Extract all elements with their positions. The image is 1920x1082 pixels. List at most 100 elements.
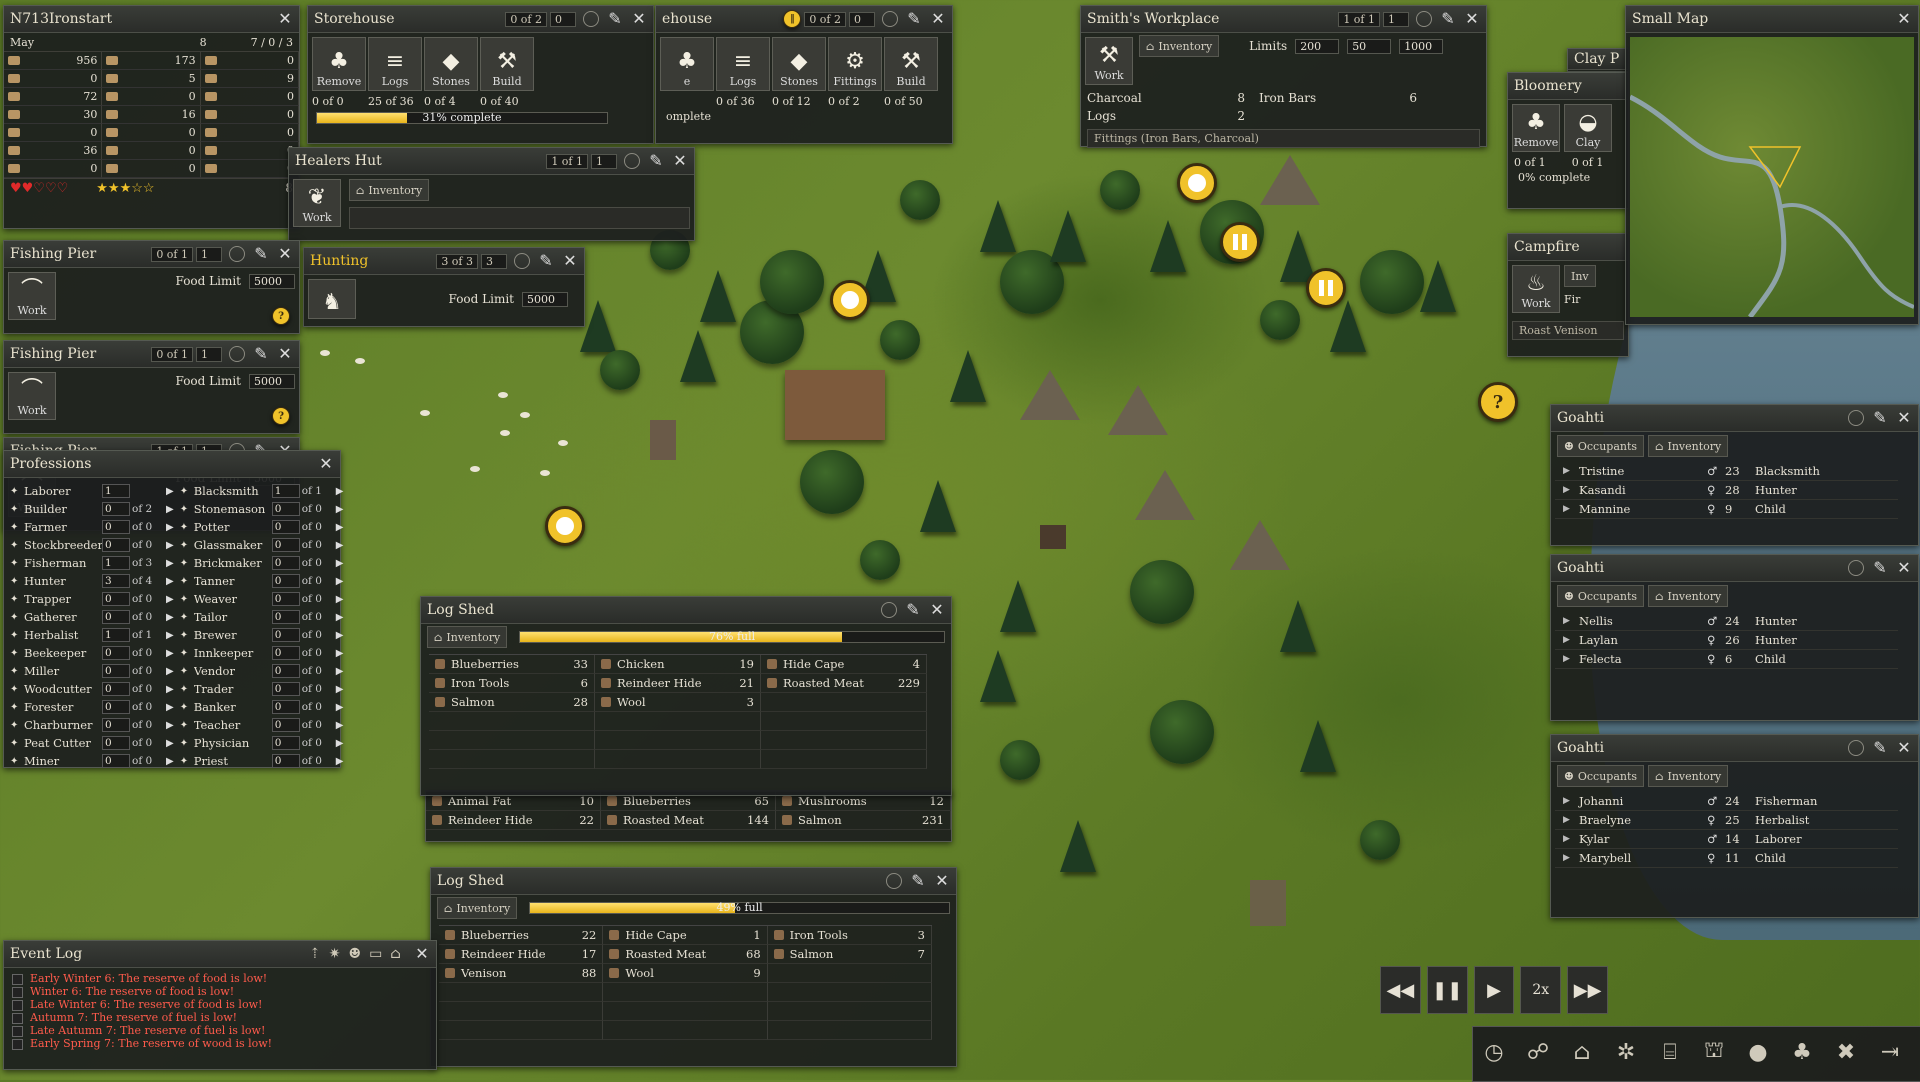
occupant-row[interactable]: ▶ Kasandi ♀ 28 Hunter [1555,481,1898,500]
profession-row[interactable]: ✦ Brewer 0 of 0 ▶ [174,626,344,644]
expand-arrow-icon[interactable]: ▶ [166,522,174,533]
expand-arrow-icon[interactable]: ▶ [166,702,174,713]
pin-icon[interactable]: ✎ [910,873,926,889]
close-icon[interactable]: ✕ [562,253,578,269]
expand-arrow-icon[interactable]: ▶ [166,576,174,587]
profession-count-input[interactable]: 1 [102,556,130,570]
event-entry[interactable]: Autumn 7: The reserve of fuel is low! [4,1011,436,1024]
profession-row[interactable]: ✦ Tanner 0 of 0 ▶ [174,572,343,590]
filter-person-icon[interactable]: ☻ [349,946,362,962]
profession-row[interactable]: ✦ Peat Cutter 0 of 0 ▶ [4,734,174,752]
profession-row[interactable]: ✦ Trapper 0 of 0 ▶ [4,590,174,608]
clay-button[interactable]: ◒ Clay [1564,104,1612,152]
expand-arrow-icon[interactable]: ▶ [336,612,344,623]
expand-arrow-icon[interactable]: ▶ [336,630,344,641]
shack[interactable] [1250,880,1286,926]
work-button[interactable]: ⌒Work [8,272,56,320]
fast-forward-button[interactable]: ▶▶ [1567,966,1608,1014]
close-icon[interactable]: ✕ [1896,740,1912,756]
inventory-tab[interactable]: ⌂ Inventory [437,897,518,919]
profession-row[interactable]: ✦ Blacksmith 1 of 1 ▶ [174,482,343,500]
build-step-button[interactable]: ≡ Logs [716,37,770,91]
inventory-tab[interactable]: ⌂ Inventory [1648,765,1729,787]
occupant-row[interactable]: ▶ Mannine ♀ 9 Child [1555,500,1898,519]
expand-arrow-icon[interactable]: ▶ [1563,796,1579,806]
paused-marker[interactable] [1220,222,1260,262]
close-icon[interactable]: ✕ [1896,11,1912,27]
rewind-button[interactable]: ◀◀ [1380,966,1421,1014]
expand-arrow-icon[interactable]: ▶ [166,504,174,515]
sheep[interactable] [470,466,480,472]
profession-row[interactable]: ✦ Vendor 0 of 0 ▶ [174,662,343,680]
close-icon[interactable]: ✕ [1896,560,1912,576]
settings-icon[interactable] [514,253,530,269]
expand-arrow-icon[interactable]: ▶ [1563,504,1579,514]
sheep[interactable] [355,358,365,364]
profession-count-input[interactable]: 1 [102,484,130,498]
profession-count-input[interactable]: 0 [271,700,300,714]
expand-arrow-icon[interactable]: ▶ [336,720,344,731]
profession-row[interactable]: ✦ Glassmaker 0 of 0 ▶ [174,536,343,554]
expand-arrow-icon[interactable]: ▶ [1563,853,1579,863]
worker-count[interactable]: 0 of 1 [151,346,193,362]
inventory-tab[interactable]: ⌂ Inventory [427,626,508,648]
profession-count-input[interactable]: 0 [271,736,300,750]
profession-row[interactable]: ✦ Farmer 0 of 0 ▶ [4,518,174,536]
occupant-row[interactable]: ▶ Nellis ♂ 24 Hunter [1555,612,1898,631]
tools-icon[interactable]: ✖ [1825,1027,1867,1077]
profession-row[interactable]: ✦ Laborer 1 ▶ [4,482,174,500]
food-limit-input[interactable]: 5000 [249,273,295,289]
build-step-button[interactable]: ♣ Remove [312,37,366,91]
build-step-button[interactable]: ≡ Logs [368,37,422,91]
columns-icon[interactable]: ⛫ [1693,1027,1735,1077]
worker-count[interactable]: 3 of 3 [436,253,478,269]
profession-row[interactable]: ✦ Innkeeper 0 of 0 ▶ [174,644,343,662]
inventory-tab[interactable]: ⌂ Inventory [1648,435,1729,457]
close-icon[interactable]: ✕ [930,11,946,27]
question-icon[interactable]: ? [272,307,290,325]
profession-row[interactable]: ✦ Woodcutter 0 of 0 ▶ [4,680,174,698]
profession-count-input[interactable]: 0 [102,502,130,516]
expand-arrow-icon[interactable]: ▶ [336,738,344,749]
profession-row[interactable]: ✦ Potter 0 of 0 ▶ [174,518,343,536]
expand-arrow-icon[interactable]: ▶ [1563,635,1579,645]
profession-row[interactable]: ✦ Beekeeper 0 of 0 ▶ [4,644,174,662]
expand-arrow-icon[interactable]: ▶ [336,504,344,515]
occupant-row[interactable]: ▶ Laylan ♀ 26 Hunter [1555,631,1898,650]
paused-marker[interactable] [1306,268,1346,308]
hunt-button[interactable]: ♞ [308,279,356,319]
expand-arrow-icon[interactable]: ▶ [336,594,344,605]
inventory-tab[interactable]: Inv [1564,265,1596,287]
worker-count[interactable]: 0 of 2 [505,11,547,27]
worker-stepper[interactable]: 1 [591,153,617,169]
occupants-tab[interactable]: ☻ Occupants [1557,585,1645,607]
settings-icon[interactable] [881,602,897,618]
occupant-row[interactable]: ▶ Kylar ♂ 14 Laborer [1555,830,1898,849]
expand-arrow-icon[interactable]: ▶ [1563,834,1579,844]
settings-icon[interactable] [583,11,599,27]
food-limit-input[interactable]: 5000 [522,291,568,307]
expand-arrow-icon[interactable]: ▶ [166,720,174,731]
clock-icon[interactable]: ◷ [1473,1027,1515,1077]
profession-row[interactable]: ✦ Builder 0 of 2 ▶ [4,500,174,518]
shack[interactable] [650,420,676,460]
profession-count-input[interactable]: 0 [102,700,130,714]
settings-icon[interactable] [229,346,245,362]
remove-button[interactable]: ♣ Remove [1512,104,1560,152]
settings-icon[interactable] [229,246,245,262]
food-icon[interactable]: ● [1737,1027,1779,1077]
expand-arrow-icon[interactable]: ▶ [166,612,174,623]
occupant-row[interactable]: ▶ Felecta ♀ 6 Child [1555,650,1898,669]
house-icon[interactable]: ⌂ [1561,1027,1603,1077]
expand-arrow-icon[interactable]: ▶ [166,486,174,497]
exit-icon[interactable]: ⇥ [1869,1027,1911,1077]
occupants-tab[interactable]: ☻ Occupants [1557,765,1645,787]
settings-icon[interactable] [886,873,902,889]
expand-arrow-icon[interactable]: ▶ [336,702,344,713]
profession-row[interactable]: ✦ Priest 0 of 0 ▶ [174,752,343,770]
pin-icon[interactable]: ✎ [648,153,664,169]
expand-arrow-icon[interactable]: ▶ [166,630,174,641]
expand-arrow-icon[interactable]: ▶ [166,684,174,695]
settings-icon[interactable] [1416,11,1432,27]
profession-count-input[interactable]: 0 [102,592,130,606]
